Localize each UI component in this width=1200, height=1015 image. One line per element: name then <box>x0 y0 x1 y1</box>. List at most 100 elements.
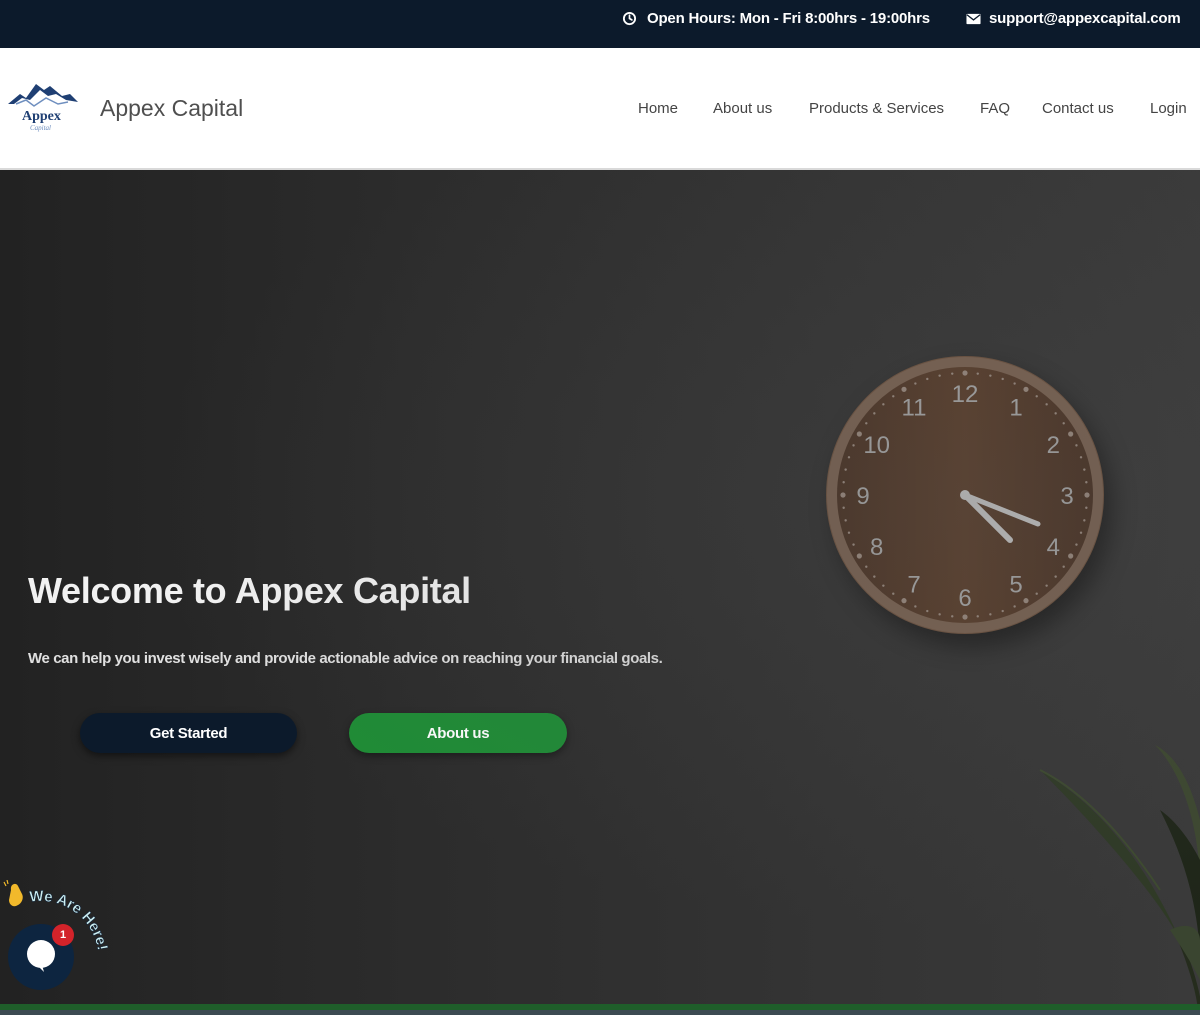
nav-faq[interactable]: FAQ <box>980 100 1010 117</box>
clock-tick <box>852 543 855 546</box>
nav-products-services[interactable]: Products & Services <box>809 100 944 117</box>
clock-tick <box>873 575 876 578</box>
clock-tick <box>847 456 851 459</box>
clock-tick <box>1054 412 1057 415</box>
clock-number: 8 <box>870 534 883 561</box>
clock-tick <box>962 370 968 376</box>
clock-tick <box>1083 519 1086 522</box>
nav-home[interactable]: Home <box>638 100 678 117</box>
clock-tick <box>1079 531 1083 534</box>
clock-tick <box>989 613 992 616</box>
top-info-bar: Open Hours: Mon - Fri 8:00hrs - 19:00hrs… <box>0 0 1200 48</box>
about-us-button[interactable]: About us <box>349 713 567 753</box>
logo-subtext: Capital <box>30 124 51 132</box>
clock-tick <box>892 395 895 398</box>
main-nav: Home About us Products & Services FAQ Co… <box>0 100 1200 120</box>
hero-subtitle: We can help you invest wisely and provid… <box>28 650 663 667</box>
clock-number: 11 <box>902 395 927 422</box>
clock-tick <box>842 481 845 484</box>
clock-tick <box>1085 506 1088 509</box>
clock-number: 5 <box>1009 571 1022 598</box>
clock-number: 7 <box>907 571 920 598</box>
clock-tick <box>1035 395 1038 398</box>
clock-tick <box>1013 605 1016 608</box>
clock-tick <box>938 374 941 377</box>
clock-tick <box>856 553 862 559</box>
clock-tick <box>840 492 846 498</box>
hero-section: 12 1 2 3 4 5 6 7 8 9 10 11 Welcome to Appex Capital… <box>0 170 1200 1004</box>
clock-tick <box>1075 543 1078 546</box>
clock-tick <box>951 372 954 375</box>
chat-bubble-icon <box>24 938 58 977</box>
clock-tick <box>901 598 907 604</box>
clock-tick <box>844 519 847 522</box>
envelope-icon <box>966 13 981 25</box>
clock-tick <box>852 444 855 447</box>
clock-tick <box>1054 575 1057 578</box>
clock-tick <box>1084 492 1090 498</box>
clock-tick <box>892 592 895 595</box>
clock-tick <box>938 613 941 616</box>
hero-title: Welcome to Appex Capital <box>28 570 471 611</box>
clock-tick <box>926 377 929 381</box>
clock-tick <box>844 468 847 471</box>
clock-tick <box>951 615 954 618</box>
clock-number: 10 <box>863 432 890 459</box>
clock-tick <box>856 431 862 437</box>
clock-number: 2 <box>1047 432 1060 459</box>
clock-number: 3 <box>1060 483 1073 510</box>
clock-tick <box>1001 609 1004 613</box>
get-started-button[interactable]: Get Started <box>80 713 297 753</box>
clock-tick <box>865 422 868 425</box>
clock-tick <box>1075 444 1078 447</box>
clock-tick <box>1023 598 1029 604</box>
clock-tick <box>842 506 845 509</box>
clock-tick <box>882 584 885 587</box>
footer-divider <box>0 1010 1200 1015</box>
clock-tick <box>873 412 876 415</box>
clock-tick <box>865 565 868 568</box>
support-email-link[interactable]: support@appexcapital.com <box>989 10 1181 27</box>
clock-number: 9 <box>856 483 869 510</box>
clock-number: 1 <box>1009 395 1022 422</box>
clock-tick <box>1045 403 1048 406</box>
clock-tick <box>901 386 907 392</box>
clock-tick <box>926 609 929 613</box>
nav-about-us[interactable]: About us <box>713 100 772 117</box>
nav-login[interactable]: Login <box>1150 100 1187 117</box>
clock-tick <box>1045 584 1048 587</box>
clock-tick <box>1013 382 1016 385</box>
clock-icon <box>622 11 637 26</box>
clock-tick <box>1085 481 1088 484</box>
clock-tick <box>1068 431 1074 437</box>
clock-tick <box>989 374 992 377</box>
clock-tick <box>1062 422 1065 425</box>
open-hours-text: Open Hours: Mon - Fri 8:00hrs - 19:00hrs <box>647 10 930 27</box>
site-header: Appex Capital Appex Capital Home About u… <box>0 48 1200 170</box>
clock-tick <box>1035 592 1038 595</box>
clock-tick <box>1083 468 1086 471</box>
clock-tick <box>847 531 851 534</box>
clock-tick <box>962 614 968 620</box>
waving-hand-icon <box>3 880 23 907</box>
nav-contact-us[interactable]: Contact us <box>1042 100 1114 117</box>
clock-tick <box>976 372 979 375</box>
clock-number: 4 <box>1047 534 1060 561</box>
clock-tick <box>1001 377 1004 381</box>
chat-widget[interactable]: We Are Here! 1 <box>0 880 120 1000</box>
open-hours: Open Hours: Mon - Fri 8:00hrs - 19:00hrs <box>622 10 930 27</box>
support-email[interactable]: support@appexcapital.com <box>966 10 1181 27</box>
clock-tick <box>1062 565 1065 568</box>
clock-tick <box>882 403 885 406</box>
clock-tick <box>914 382 917 385</box>
clock-number: 6 <box>958 585 971 612</box>
chat-unread-badge: 1 <box>52 924 74 946</box>
clock-tick <box>1079 456 1083 459</box>
clock-tick <box>1023 386 1029 392</box>
clock-number: 12 <box>952 381 979 408</box>
plant-image <box>1030 730 1200 1004</box>
wall-clock-image: 12 1 2 3 4 5 6 7 8 9 10 11 <box>826 356 1104 634</box>
clock-tick <box>914 605 917 608</box>
clock-tick <box>1068 553 1074 559</box>
clock-tick <box>976 615 979 618</box>
